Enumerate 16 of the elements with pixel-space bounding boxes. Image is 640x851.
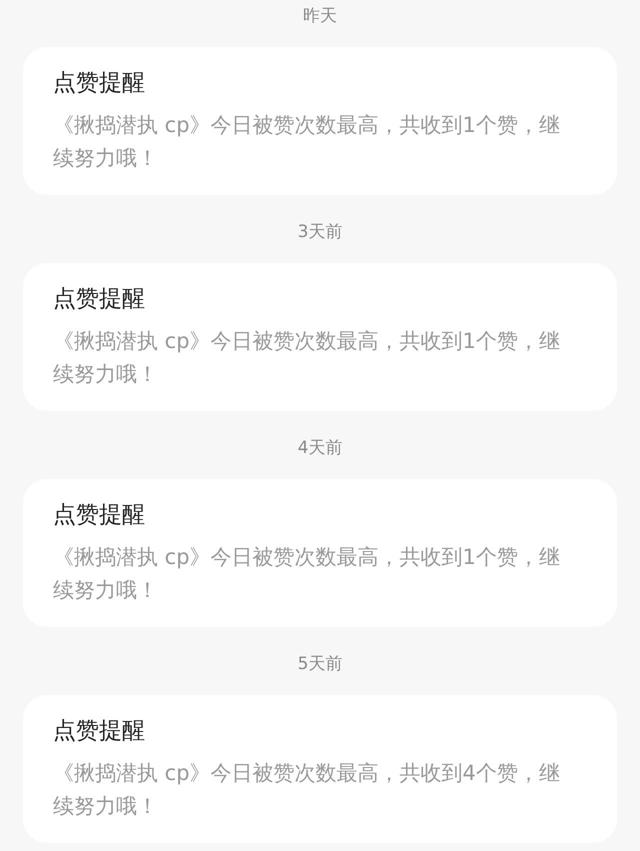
- notification-title: 点赞提醒: [53, 69, 145, 98]
- notification-card[interactable]: 点赞提醒 《揪捣潜执 cp》今日被赞次数最高，共收到1个赞，继续努力哦！: [23, 47, 617, 195]
- notification-message: 《揪捣潜执 cp》今日被赞次数最高，共收到1个赞，继续努力哦！: [53, 328, 561, 388]
- notification-message: 《揪捣潜执 cp》今日被赞次数最高，共收到4个赞，继续努力哦！: [53, 760, 561, 820]
- notification-title: 点赞提醒: [53, 285, 145, 314]
- date-label: 3天前: [298, 221, 342, 244]
- notification-card[interactable]: 点赞提醒 《揪捣潜执 cp》今日被赞次数最高，共收到1个赞，继续努力哦！: [23, 479, 617, 627]
- notification-message: 《揪捣潜执 cp》今日被赞次数最高，共收到1个赞，继续努力哦！: [53, 544, 561, 604]
- notification-card[interactable]: 点赞提醒 《揪捣潜执 cp》今日被赞次数最高，共收到1个赞，继续努力哦！: [23, 263, 617, 411]
- notification-title: 点赞提醒: [53, 717, 145, 746]
- date-label: 5天前: [298, 653, 342, 676]
- notification-card[interactable]: 点赞提醒 《揪捣潜执 cp》今日被赞次数最高，共收到4个赞，继续努力哦！: [23, 695, 617, 843]
- date-label: 4天前: [298, 437, 342, 460]
- notification-title: 点赞提醒: [53, 501, 145, 530]
- date-label: 昨天: [303, 5, 337, 28]
- notification-message: 《揪捣潜执 cp》今日被赞次数最高，共收到1个赞，继续努力哦！: [53, 112, 561, 172]
